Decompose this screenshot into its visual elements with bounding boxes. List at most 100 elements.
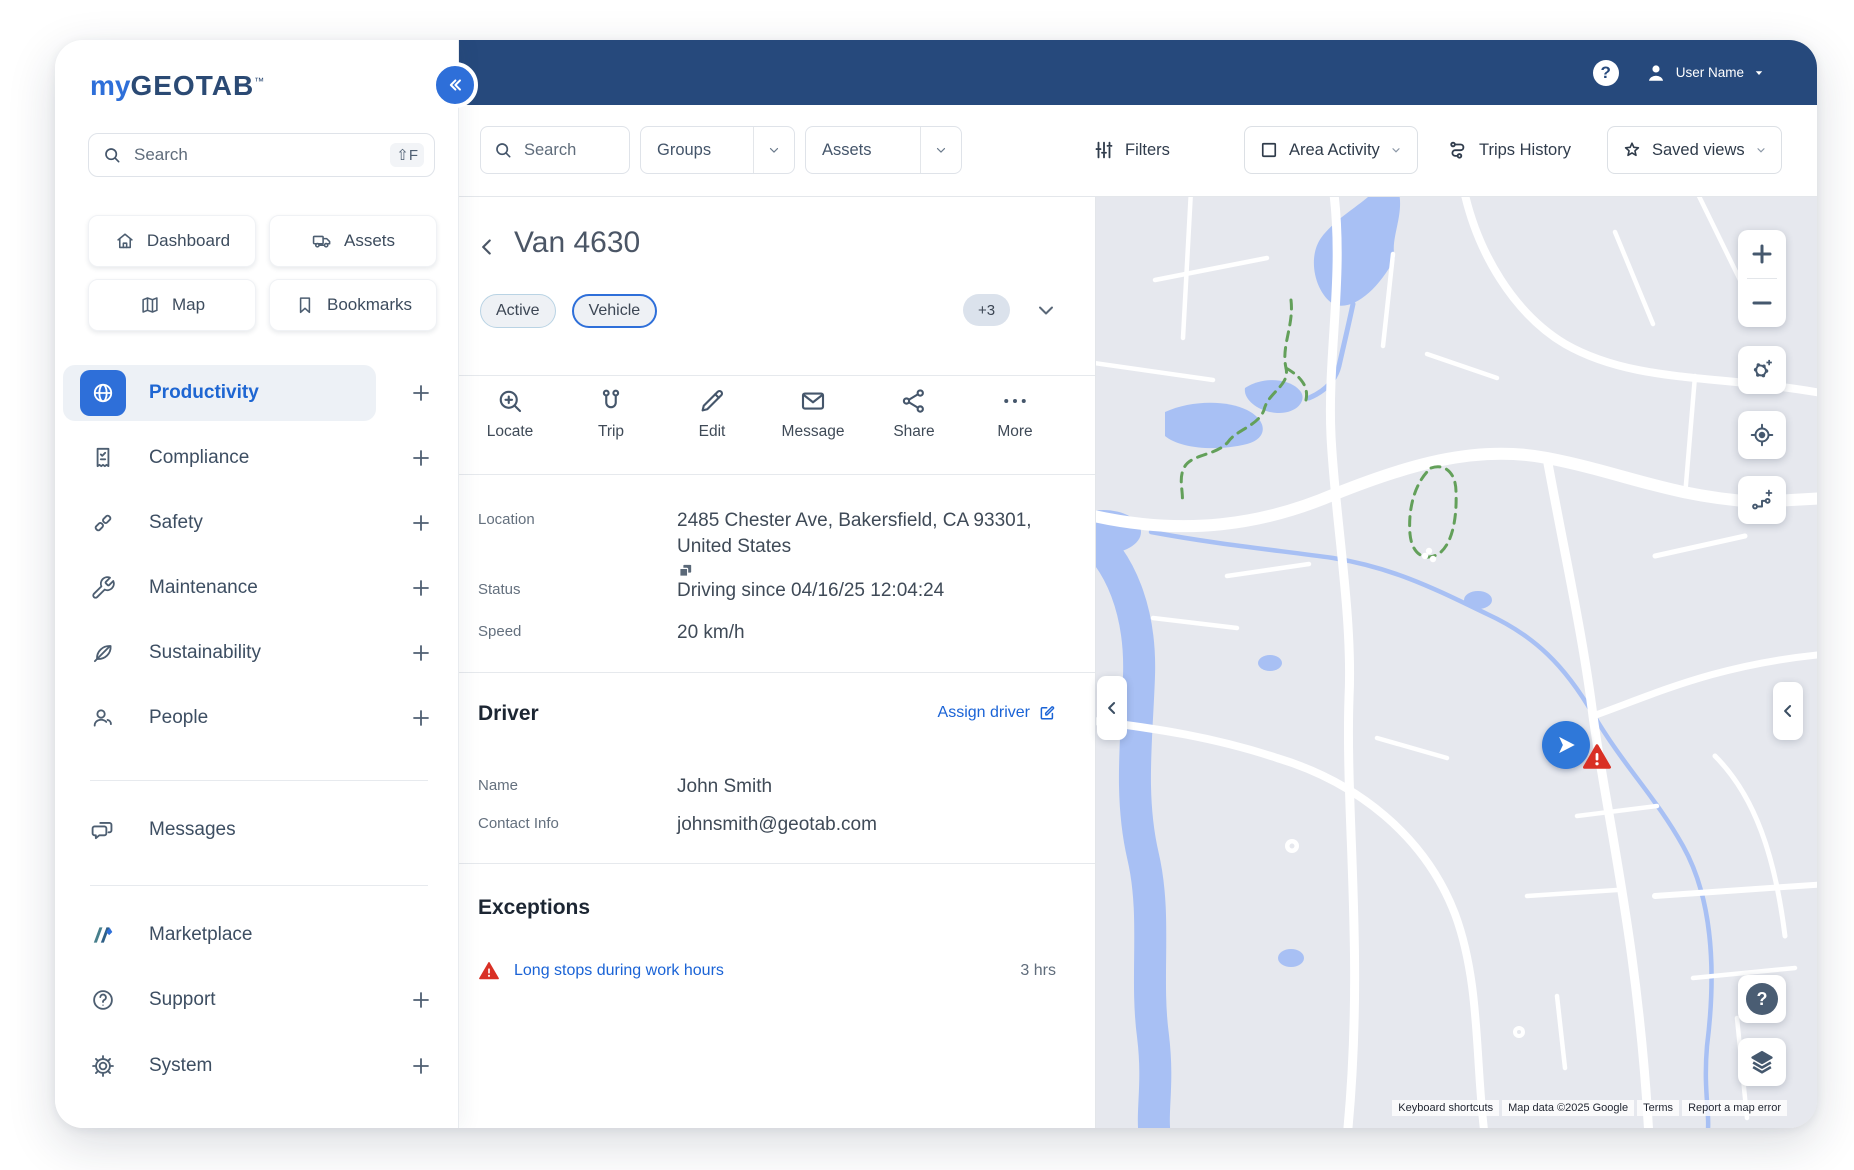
speed-value: 20 km/h [677, 620, 1056, 646]
divider [458, 375, 1095, 376]
badge-row: Active Vehicle [480, 294, 657, 328]
plus-icon[interactable] [409, 1054, 433, 1078]
sidebar-item-system[interactable]: System [63, 1038, 376, 1094]
edit-box-icon [1038, 704, 1056, 722]
sidebar-item-bookmarks[interactable]: Bookmarks [269, 279, 437, 331]
user-menu[interactable]: User Name [1645, 62, 1765, 84]
action-bar: Locate Trip Edit Message Share More [458, 386, 1067, 441]
sidebar-item-support[interactable]: Support [63, 972, 376, 1028]
sidebar-item-assets[interactable]: Assets [269, 215, 437, 267]
filters-button[interactable]: Filters [1093, 126, 1170, 174]
area-activity-label: Area Activity [1289, 141, 1380, 160]
plus-icon[interactable] [409, 446, 433, 470]
back-button[interactable] [474, 234, 500, 260]
exception-link[interactable]: Long stops during work hours [514, 962, 724, 980]
name-label: Name [478, 774, 677, 800]
report-map-error-link[interactable]: Report a map error [1682, 1100, 1787, 1116]
more-badges-pill[interactable]: +3 [963, 294, 1010, 326]
sidebar-item-people[interactable]: People [63, 690, 376, 746]
sidebar-item-safety[interactable]: Safety [63, 495, 376, 551]
plus-icon[interactable] [409, 576, 433, 600]
driver-heading: Driver [478, 702, 539, 726]
keyboard-shortcuts-link[interactable]: Keyboard shortcuts [1392, 1100, 1499, 1116]
gear-icon [80, 1043, 126, 1089]
zoom-out-button[interactable] [1738, 279, 1786, 327]
add-route-control [1738, 476, 1786, 524]
home-icon [114, 230, 136, 252]
zoom-in-button[interactable] [1738, 230, 1786, 278]
map-help-control: ? [1738, 975, 1786, 1023]
sidebar-item-maintenance[interactable]: Maintenance [63, 560, 376, 616]
messages-icon [80, 807, 126, 853]
plus-icon[interactable] [409, 511, 433, 535]
plus-icon[interactable] [409, 988, 433, 1012]
share-icon [899, 386, 929, 416]
collapse-panel-handle[interactable] [1097, 676, 1127, 740]
more-action[interactable]: More [977, 386, 1053, 441]
type-badge[interactable]: Vehicle [572, 294, 658, 328]
sidebar-item-label: Sustainability [149, 642, 261, 664]
assets-dropdown[interactable]: Assets [805, 126, 962, 174]
divider [458, 863, 1095, 864]
sidebar-item-sustainability[interactable]: Sustainability [63, 625, 376, 681]
trip-action[interactable]: Trip [573, 386, 649, 441]
add-route-button[interactable] [1738, 476, 1786, 524]
assign-driver-link[interactable]: Assign driver [938, 704, 1056, 722]
sidebar-item-label: Support [149, 989, 216, 1011]
message-action[interactable]: Message [775, 386, 851, 441]
sidebar-search[interactable]: ⇧F [88, 133, 435, 177]
mygeotab-logo: myGEOTAB™ [90, 70, 264, 102]
open-right-panel-handle[interactable] [1773, 682, 1803, 740]
plus-icon[interactable] [409, 381, 433, 405]
sidebar-item-map[interactable]: Map [88, 279, 256, 331]
sidebar-item-marketplace[interactable]: Marketplace [63, 907, 376, 963]
contact-label: Contact Info [478, 812, 677, 838]
sidebar-item-messages[interactable]: Messages [63, 802, 376, 858]
layers-button[interactable] [1738, 1038, 1786, 1086]
status-badge[interactable]: Active [480, 294, 556, 328]
help-icon[interactable]: ? [1593, 60, 1619, 86]
sidebar-item-compliance[interactable]: Compliance [63, 430, 376, 486]
locate-me-button[interactable] [1738, 411, 1786, 459]
sidebar-item-label: Productivity [149, 382, 259, 404]
receipt-check-icon [80, 435, 126, 481]
groups-dropdown[interactable]: Groups [640, 126, 795, 174]
quick-link-label: Assets [344, 231, 395, 251]
sidebar-collapse-button[interactable] [432, 62, 478, 108]
quick-link-label: Dashboard [147, 231, 230, 251]
sidebar-item-label: Maintenance [149, 577, 258, 599]
edit-action[interactable]: Edit [674, 386, 750, 441]
sidebar-item-label: People [149, 707, 208, 729]
copy-icon[interactable] [677, 562, 1056, 579]
saved-views-button[interactable]: Saved views [1607, 126, 1782, 174]
saved-views-label: Saved views [1652, 141, 1745, 160]
zoom-control [1738, 230, 1786, 327]
chevron-down-icon [921, 143, 961, 157]
plus-icon[interactable] [409, 706, 433, 730]
map-canvas[interactable] [1095, 196, 1817, 1128]
expand-chevron-icon[interactable] [1034, 298, 1058, 322]
toolbar-search-input[interactable] [522, 140, 616, 161]
app-window: ? User Name Groups Assets [55, 40, 1817, 1128]
map-help-button[interactable]: ? [1738, 975, 1786, 1023]
trips-history-button[interactable]: Trips History [1447, 126, 1571, 174]
sidebar-search-input[interactable] [132, 144, 380, 166]
add-zone-button[interactable] [1738, 346, 1786, 394]
locate-me-control [1738, 411, 1786, 459]
chevron-down-icon [1390, 144, 1402, 156]
vehicle-alert-icon[interactable] [1582, 742, 1612, 772]
sidebar-item-dashboard[interactable]: Dashboard [88, 215, 256, 267]
plus-icon[interactable] [409, 641, 433, 665]
layers-control [1738, 1038, 1786, 1086]
status-label: Status [478, 578, 677, 604]
trips-history-icon [1447, 139, 1469, 161]
area-activity-button[interactable]: Area Activity [1244, 126, 1418, 174]
terms-link[interactable]: Terms [1637, 1100, 1679, 1116]
share-action[interactable]: Share [876, 386, 952, 441]
logo-tm: ™ [254, 77, 264, 88]
filters-label: Filters [1125, 141, 1170, 160]
trip-icon [596, 386, 626, 416]
locate-action[interactable]: Locate [472, 386, 548, 441]
sidebar-item-productivity[interactable]: Productivity [63, 365, 376, 421]
toolbar-search[interactable] [480, 126, 630, 174]
